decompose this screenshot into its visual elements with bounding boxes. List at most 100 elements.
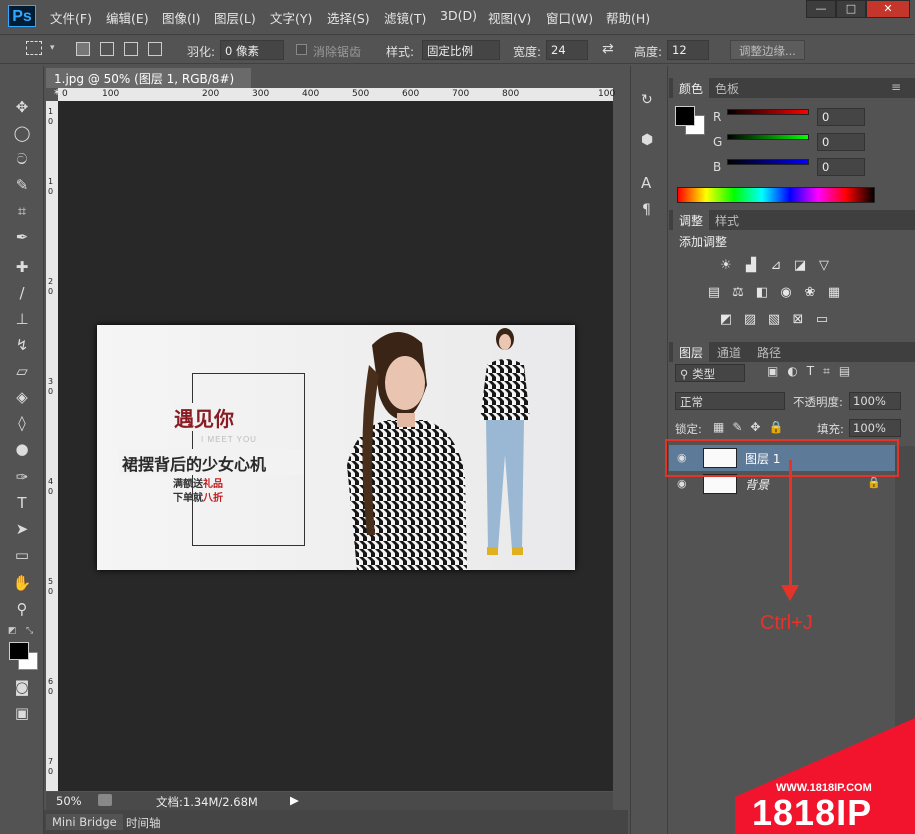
subtract-selection-icon[interactable] bbox=[124, 42, 138, 56]
tab-color[interactable]: 颜色 bbox=[673, 78, 710, 99]
menu-file[interactable]: 文件(F) bbox=[50, 8, 92, 27]
minimize-button[interactable]: — bbox=[806, 0, 836, 18]
eye-icon[interactable]: ◉ bbox=[677, 477, 687, 490]
document-tab[interactable]: 1.jpg @ 50% (图层 1, RGB/8#) * × bbox=[46, 68, 251, 101]
quick-select-icon[interactable]: ✎ bbox=[10, 174, 34, 196]
layer-filter-select[interactable]: ⚲ 类型 bbox=[675, 364, 745, 382]
zoom-level[interactable]: 50% bbox=[56, 794, 82, 808]
menu-type[interactable]: 文字(Y) bbox=[270, 8, 312, 27]
height-input[interactable]: 12 bbox=[667, 40, 709, 60]
color-lookup-icon[interactable]: ▦ bbox=[825, 285, 843, 301]
dodge-icon[interactable]: ● bbox=[10, 438, 34, 460]
blur-icon[interactable]: ◊ bbox=[10, 412, 34, 434]
healing-brush-icon[interactable]: ✚ bbox=[10, 256, 34, 278]
screen-mode-icon[interactable]: ▣ bbox=[10, 702, 34, 724]
quick-mask-icon[interactable]: ◙ bbox=[10, 676, 34, 698]
color-balance-icon[interactable]: ⚖ bbox=[729, 285, 747, 301]
intersect-selection-icon[interactable] bbox=[148, 42, 162, 56]
tab-adjustments[interactable]: 调整 bbox=[673, 210, 710, 231]
curves-icon[interactable]: ⊿ bbox=[767, 258, 785, 274]
play-arrow-icon[interactable]: ▶ bbox=[290, 793, 299, 807]
fill-input[interactable]: 100% bbox=[849, 419, 901, 437]
hue-saturation-icon[interactable]: ▤ bbox=[705, 285, 723, 301]
lock-icons[interactable]: ▦✎✥🔒 bbox=[713, 420, 791, 434]
paragraph-panel-icon[interactable]: ¶ bbox=[642, 202, 651, 218]
add-selection-icon[interactable] bbox=[100, 42, 114, 56]
b-slider[interactable] bbox=[727, 159, 809, 165]
paint-bucket-icon[interactable]: ◈ bbox=[10, 386, 34, 408]
rectangle-icon[interactable]: ▭ bbox=[10, 544, 34, 566]
tab-paths[interactable]: 路径 bbox=[751, 342, 787, 363]
pen-icon[interactable]: ✑ bbox=[10, 466, 34, 488]
banner-image[interactable]: 遇见你 I MEET YOU 裙摆背后的少女心机 满额送礼品 下单就八折 bbox=[97, 325, 575, 570]
zoom-icon[interactable]: ⚲ bbox=[10, 598, 34, 620]
eyedropper-icon[interactable]: ✒ bbox=[10, 226, 34, 248]
menu-3d[interactable]: 3D(D) bbox=[440, 8, 477, 23]
menu-window[interactable]: 窗口(W) bbox=[546, 8, 593, 27]
levels-icon[interactable]: ▟ bbox=[742, 258, 760, 274]
elliptical-marquee-icon[interactable]: ◯ bbox=[10, 122, 34, 144]
photo-filter-icon[interactable]: ◉ bbox=[777, 285, 795, 301]
character-panel-icon[interactable]: A bbox=[641, 174, 651, 192]
tab-channels[interactable]: 通道 bbox=[711, 342, 747, 363]
swap-icon[interactable]: ⇄ bbox=[602, 41, 614, 57]
width-input[interactable]: 24 bbox=[546, 40, 588, 60]
tab-timeline[interactable]: 时间轴 bbox=[120, 814, 167, 832]
channel-mixer-icon[interactable]: ❀ bbox=[801, 285, 819, 301]
antialias-checkbox[interactable] bbox=[296, 44, 307, 55]
crop-icon[interactable]: ⌗ bbox=[10, 200, 34, 222]
menu-select[interactable]: 选择(S) bbox=[327, 8, 370, 27]
hand-icon[interactable]: ✋ bbox=[10, 572, 34, 594]
menu-layer[interactable]: 图层(L) bbox=[214, 8, 256, 27]
opacity-input[interactable]: 100% bbox=[849, 392, 901, 410]
menu-view[interactable]: 视图(V) bbox=[488, 8, 531, 27]
tab-swatches[interactable]: 色板 bbox=[709, 78, 745, 99]
eraser-icon[interactable]: ▱ bbox=[10, 360, 34, 382]
clone-stamp-icon[interactable]: ⊥ bbox=[10, 308, 34, 330]
foreground-color-swatch[interactable] bbox=[9, 642, 29, 660]
new-selection-icon[interactable] bbox=[76, 42, 90, 56]
black-white-icon[interactable]: ◧ bbox=[753, 285, 771, 301]
menu-help[interactable]: 帮助(H) bbox=[606, 8, 650, 27]
lasso-icon[interactable]: ට bbox=[10, 148, 34, 170]
threshold-icon[interactable]: ▧ bbox=[765, 312, 783, 328]
rect-marquee-icon[interactable] bbox=[26, 41, 42, 55]
default-colors-icon[interactable]: ◩ bbox=[8, 626, 17, 636]
g-value[interactable]: 0 bbox=[817, 133, 865, 151]
invert-icon[interactable]: ◩ bbox=[717, 312, 735, 328]
color-spectrum[interactable] bbox=[677, 187, 875, 203]
swap-colors-icon[interactable]: ⤡ bbox=[26, 626, 33, 636]
tab-layers[interactable]: 图层 bbox=[673, 342, 710, 363]
fg-color-swatch[interactable] bbox=[675, 106, 695, 126]
posterize-icon[interactable]: ▨ bbox=[741, 312, 759, 328]
tab-styles[interactable]: 样式 bbox=[709, 210, 745, 231]
refine-edge-button[interactable]: 调整边缘... bbox=[730, 40, 805, 60]
path-select-icon[interactable]: ➤ bbox=[10, 518, 34, 540]
type-tool-icon[interactable]: T bbox=[10, 492, 34, 514]
maximize-button[interactable]: □ bbox=[836, 0, 866, 18]
feather-input[interactable]: 0 像素 bbox=[220, 40, 284, 60]
r-value[interactable]: 0 bbox=[817, 108, 865, 126]
g-slider[interactable] bbox=[727, 134, 809, 140]
vibrance-icon[interactable]: ▽ bbox=[815, 258, 833, 274]
close-button[interactable]: ✕ bbox=[866, 0, 910, 18]
style-select[interactable]: 固定比例 bbox=[422, 40, 500, 60]
share-icon[interactable] bbox=[98, 794, 112, 806]
brush-icon[interactable]: / bbox=[10, 282, 34, 304]
history-brush-icon[interactable]: ↯ bbox=[10, 334, 34, 356]
tab-mini-bridge[interactable]: Mini Bridge bbox=[46, 814, 123, 830]
layer-filter-icons[interactable]: ▣◐T⌗▤ bbox=[767, 364, 859, 379]
menu-filter[interactable]: 滤镜(T) bbox=[384, 8, 426, 27]
b-value[interactable]: 0 bbox=[817, 158, 865, 176]
selective-color-icon[interactable]: ⊠ bbox=[789, 312, 807, 328]
chevron-down-icon[interactable]: ▾ bbox=[50, 43, 55, 53]
history-panel-icon[interactable]: ↻ bbox=[641, 92, 653, 108]
gradient-map-icon[interactable]: ▭ bbox=[813, 312, 831, 328]
r-slider[interactable] bbox=[727, 109, 809, 115]
exposure-icon[interactable]: ◪ bbox=[791, 258, 809, 274]
blend-mode-select[interactable]: 正常 bbox=[675, 392, 785, 410]
menu-edit[interactable]: 编辑(E) bbox=[106, 8, 149, 27]
panel-menu-icon[interactable]: ≡ bbox=[891, 80, 901, 94]
move-tool-icon[interactable]: ✥ bbox=[10, 96, 34, 118]
brightness-icon[interactable]: ☀ bbox=[717, 258, 735, 274]
